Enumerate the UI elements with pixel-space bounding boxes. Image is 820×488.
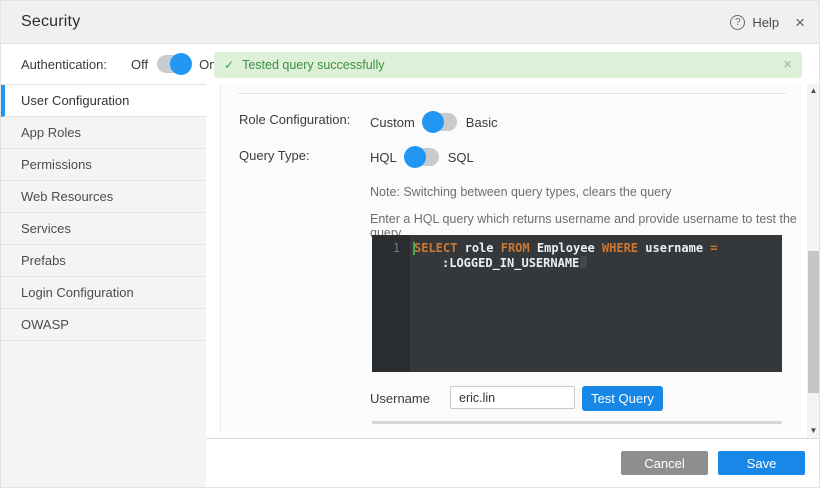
code-line: :LOGGED_IN_USERNAME (414, 256, 774, 271)
query-type-toggle[interactable] (406, 148, 439, 166)
role-custom-label: Custom (370, 115, 415, 130)
editor-line-number: 1 (372, 235, 410, 372)
query-type-label: Query Type: (239, 148, 310, 163)
username-label: Username (370, 391, 430, 406)
success-banner: ✓ Tested query successfully × (214, 52, 802, 78)
help-icon[interactable]: ? (730, 15, 745, 30)
vertical-scrollbar-thumb[interactable] (808, 251, 819, 393)
toggle-knob (170, 53, 192, 75)
sidebar-nav: User Configuration App Roles Permissions… (1, 84, 206, 488)
text-cursor (413, 242, 415, 255)
cancel-button[interactable]: Cancel (621, 451, 708, 475)
query-code-editor[interactable]: 1 SELECT role FROM Employee WHERE userna… (372, 235, 782, 372)
divider (238, 93, 786, 94)
query-sql-label: SQL (448, 150, 474, 165)
help-link[interactable]: Help (752, 15, 779, 30)
query-note-text: Note: Switching between query types, cle… (370, 185, 672, 199)
horizontal-scrollbar-thumb[interactable] (372, 421, 782, 424)
banner-close-icon[interactable]: × (783, 59, 792, 71)
username-input[interactable] (450, 386, 575, 409)
page-title: Security (21, 13, 80, 31)
sidebar-item-prefabs[interactable]: Prefabs (1, 245, 206, 277)
sidebar-item-permissions[interactable]: Permissions (1, 149, 206, 181)
check-icon: ✓ (224, 58, 234, 72)
toggle-knob (404, 146, 426, 168)
save-button[interactable]: Save (718, 451, 805, 475)
role-configuration-toggle[interactable] (424, 113, 457, 131)
sidebar-item-app-roles[interactable]: App Roles (1, 117, 206, 149)
authentication-label: Authentication: (21, 57, 107, 72)
role-configuration-label: Role Configuration: (239, 112, 350, 127)
header-actions: ? Help × (730, 15, 805, 30)
banner-message: Tested query successfully (242, 58, 384, 72)
user-configuration-panel: Role Configuration: Custom Basic Query T… (220, 84, 801, 431)
sidebar-item-owasp[interactable]: OWASP (1, 309, 206, 341)
auth-off-label: Off (131, 57, 148, 72)
close-icon[interactable]: × (795, 15, 805, 30)
sidebar-item-services[interactable]: Services (1, 213, 206, 245)
dialog-footer: Cancel Save (206, 438, 820, 488)
toggle-knob (422, 111, 444, 133)
scroll-up-arrow-icon[interactable]: ▲ (807, 85, 820, 97)
dialog-header: Security ? Help × (1, 1, 820, 44)
code-line: SELECT role FROM Employee WHERE username… (414, 241, 774, 256)
vertical-scrollbar[interactable]: ▲ ▼ (807, 84, 820, 438)
sidebar-item-login-configuration[interactable]: Login Configuration (1, 277, 206, 309)
scroll-down-arrow-icon[interactable]: ▼ (807, 425, 820, 437)
query-hql-label: HQL (370, 150, 397, 165)
authentication-toggle[interactable] (157, 55, 190, 73)
sidebar-item-user-configuration[interactable]: User Configuration (1, 85, 206, 117)
sidebar-item-web-resources[interactable]: Web Resources (1, 181, 206, 213)
query-type-control: HQL SQL (370, 146, 474, 168)
editor-code-area[interactable]: SELECT role FROM Employee WHERE username… (410, 235, 782, 372)
security-dialog: Security ? Help × Authentication: Off On… (0, 0, 820, 488)
role-basic-label: Basic (466, 115, 498, 130)
role-configuration-control: Custom Basic (370, 111, 498, 133)
test-query-button[interactable]: Test Query (582, 386, 663, 411)
